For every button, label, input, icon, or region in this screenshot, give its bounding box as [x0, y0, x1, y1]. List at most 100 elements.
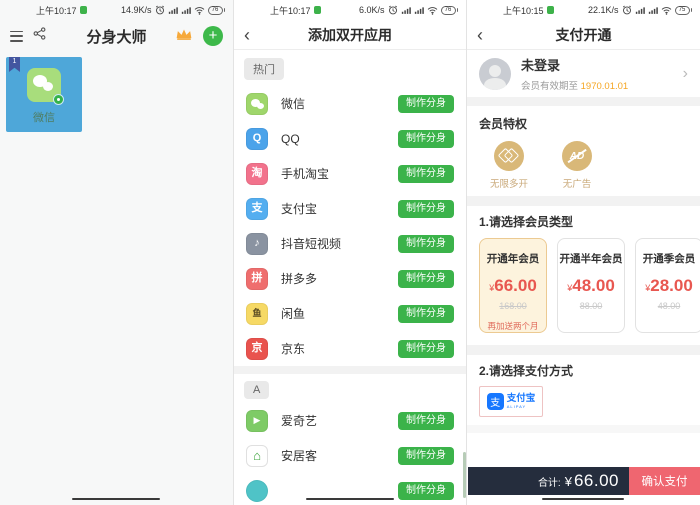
app-name: 支付宝 — [281, 202, 318, 216]
old-price: 168.00 — [499, 301, 527, 311]
make-clone-button[interactable]: 制作分身 — [398, 304, 454, 323]
clone-count-badge: 1 — [9, 57, 20, 72]
qq-icon: Q — [246, 127, 268, 150]
alipay-option[interactable]: 支 支付宝 ALIPAY — [479, 386, 543, 417]
make-clone-button[interactable]: 制作分身 — [398, 164, 454, 183]
user-card[interactable]: 未登录 会员有效期至 1970.01.01 › — [467, 50, 700, 97]
wifi-icon — [427, 6, 438, 15]
page-title: 支付开通 — [555, 26, 612, 43]
app-row-anjuke[interactable]: ⌂ 安居客 制作分身 — [234, 438, 466, 473]
app-row-partial[interactable]: 制作分身 — [234, 473, 466, 505]
app-name: QQ — [281, 131, 300, 146]
plan-card-year[interactable]: 开通年会员 ¥66.00 168.00 再加送两个月 — [479, 238, 547, 333]
app-row-xianyu[interactable]: 鱼 闲鱼 制作分身 — [234, 296, 466, 331]
douyin-icon: ♪ — [246, 232, 268, 255]
a-app-list: ▶ 爱奇艺 制作分身 ⌂ 安居客 制作分身 制作分身 — [234, 403, 466, 505]
panel-home: 上午10:17 14.9K/s 76 分身大师 + 1 微信 — [0, 0, 233, 505]
xianyu-icon: 鱼 — [246, 302, 268, 325]
app-row-alipay[interactable]: 支 支付宝 制作分身 — [234, 191, 466, 226]
make-clone-button[interactable]: 制作分身 — [398, 411, 454, 430]
battery-icon: 76 — [207, 5, 225, 15]
panel-add-apps: 上午10:17 6.0K/s 76 ‹ 添加双开应用 热门 微信 制作分身 Q … — [233, 0, 466, 505]
plan-card-half-year[interactable]: 开通半年会员 ¥48.00 88.00 — [557, 238, 625, 333]
app-name: 拼多多 — [281, 272, 318, 286]
make-clone-button[interactable]: 制作分身 — [398, 129, 454, 148]
statusbar: 上午10:17 6.0K/s 76 — [234, 0, 466, 20]
privilege-no-ads: AD 无广告 — [555, 141, 599, 190]
privileges-title: 会员特权 — [479, 117, 528, 131]
alipay-logo-icon: 支 — [486, 393, 504, 410]
total-label: 合计: — [537, 477, 561, 489]
wifi-icon — [194, 6, 205, 15]
share-icon[interactable] — [33, 27, 46, 45]
home-header: 分身大师 + — [0, 20, 233, 52]
home-indicator[interactable] — [306, 497, 394, 500]
app-row-iqiyi[interactable]: ▶ 爱奇艺 制作分身 — [234, 403, 466, 438]
wechat-icon — [27, 68, 64, 105]
make-clone-button[interactable]: 制作分身 — [398, 94, 454, 113]
notification-app-icon — [313, 6, 321, 14]
battery-icon: 75 — [674, 5, 692, 15]
list-view-icon[interactable] — [10, 30, 23, 42]
clone-dot-badge — [53, 94, 64, 105]
total-currency: ¥ — [564, 473, 572, 489]
section-divider — [467, 345, 700, 355]
app-name: 安居客 — [281, 449, 318, 463]
triple-screenshot: 上午10:17 14.9K/s 76 分身大师 + 1 微信 上午10:17 6… — [0, 0, 700, 505]
make-clone-button[interactable]: 制作分身 — [398, 269, 454, 288]
app-row-taobao[interactable]: 淘 手机淘宝 制作分身 — [234, 156, 466, 191]
add-header: ‹ 添加双开应用 — [234, 20, 466, 50]
app-row-pinduoduo[interactable]: 拼 拼多多 制作分身 — [234, 261, 466, 296]
notification-app-icon — [546, 6, 554, 14]
privileges-section: 会员特权 无限多开 AD 无广告 — [467, 106, 700, 196]
battery-percent: 75 — [674, 5, 690, 15]
total-bar: 合计: ¥ 66.00 — [468, 467, 629, 495]
app-name: 京东 — [281, 342, 306, 356]
plan-card-quarter[interactable]: 开通季会员 ¥28.00 48.00 — [635, 238, 700, 333]
section-divider — [234, 366, 466, 374]
app-row-qq[interactable]: Q QQ 制作分身 — [234, 121, 466, 156]
signal-sim1-icon — [168, 6, 178, 15]
app-row-jd[interactable]: 京 京东 制作分身 — [234, 331, 466, 366]
make-clone-button[interactable]: 制作分身 — [398, 199, 454, 218]
panel-payment: 上午10:15 22.1K/s 75 ‹ 支付开通 未登录 会员有效期至 197… — [466, 0, 700, 505]
make-clone-button[interactable]: 制作分身 — [398, 446, 454, 465]
status-time: 上午10:17 — [270, 5, 311, 16]
status-time: 上午10:15 — [503, 5, 544, 16]
total-amount: 66.00 — [573, 471, 619, 490]
old-price: 48.00 — [657, 301, 681, 311]
login-status: 未登录 — [521, 58, 561, 73]
confirm-pay-button[interactable]: 确认支付 — [629, 467, 700, 495]
section-divider — [467, 97, 700, 106]
pay-header: ‹ 支付开通 — [467, 20, 700, 50]
battery-icon: 76 — [440, 5, 458, 15]
app-name: 闲鱼 — [281, 307, 306, 321]
app-row-douyin[interactable]: ♪ 抖音短视频 制作分身 — [234, 226, 466, 261]
add-clone-button[interactable]: + — [203, 26, 223, 46]
signal-sim2-icon — [648, 6, 658, 15]
clone-tile-wechat[interactable]: 1 微信 — [6, 57, 82, 132]
plans-section: 1.请选择会员类型 开通年会员 ¥66.00 168.00 再加送两个月 开通半… — [467, 206, 700, 345]
no-ads-icon: AD — [562, 141, 592, 171]
make-clone-button[interactable]: 制作分身 — [398, 234, 454, 253]
battery-percent: 76 — [207, 5, 223, 15]
app-row-wechat[interactable]: 微信 制作分身 — [234, 86, 466, 121]
alipay-icon: 支 — [246, 197, 268, 220]
battery-percent: 76 — [440, 5, 456, 15]
privilege-multi-open: 无限多开 — [487, 141, 531, 190]
alarm-icon — [155, 5, 165, 15]
home-indicator[interactable] — [542, 497, 624, 500]
crown-icon[interactable] — [175, 27, 193, 46]
home-indicator[interactable] — [72, 497, 160, 500]
network-speed: 22.1K/s — [587, 5, 619, 15]
signal-sim2-icon — [414, 6, 424, 15]
make-clone-button[interactable]: 制作分身 — [398, 339, 454, 358]
hot-app-list: 微信 制作分身 Q QQ 制作分身 淘 手机淘宝 制作分身 支 支付宝 制作分身… — [234, 86, 466, 366]
app-name: 微信 — [281, 97, 306, 111]
pinduoduo-icon: 拼 — [246, 267, 268, 290]
payment-title: 2.请选择支付方式 — [479, 364, 574, 378]
app-name: 爱奇艺 — [281, 414, 318, 428]
anjuke-icon: ⌂ — [246, 444, 268, 467]
statusbar: 上午10:17 14.9K/s 76 — [0, 0, 233, 20]
make-clone-button[interactable]: 制作分身 — [398, 481, 454, 500]
